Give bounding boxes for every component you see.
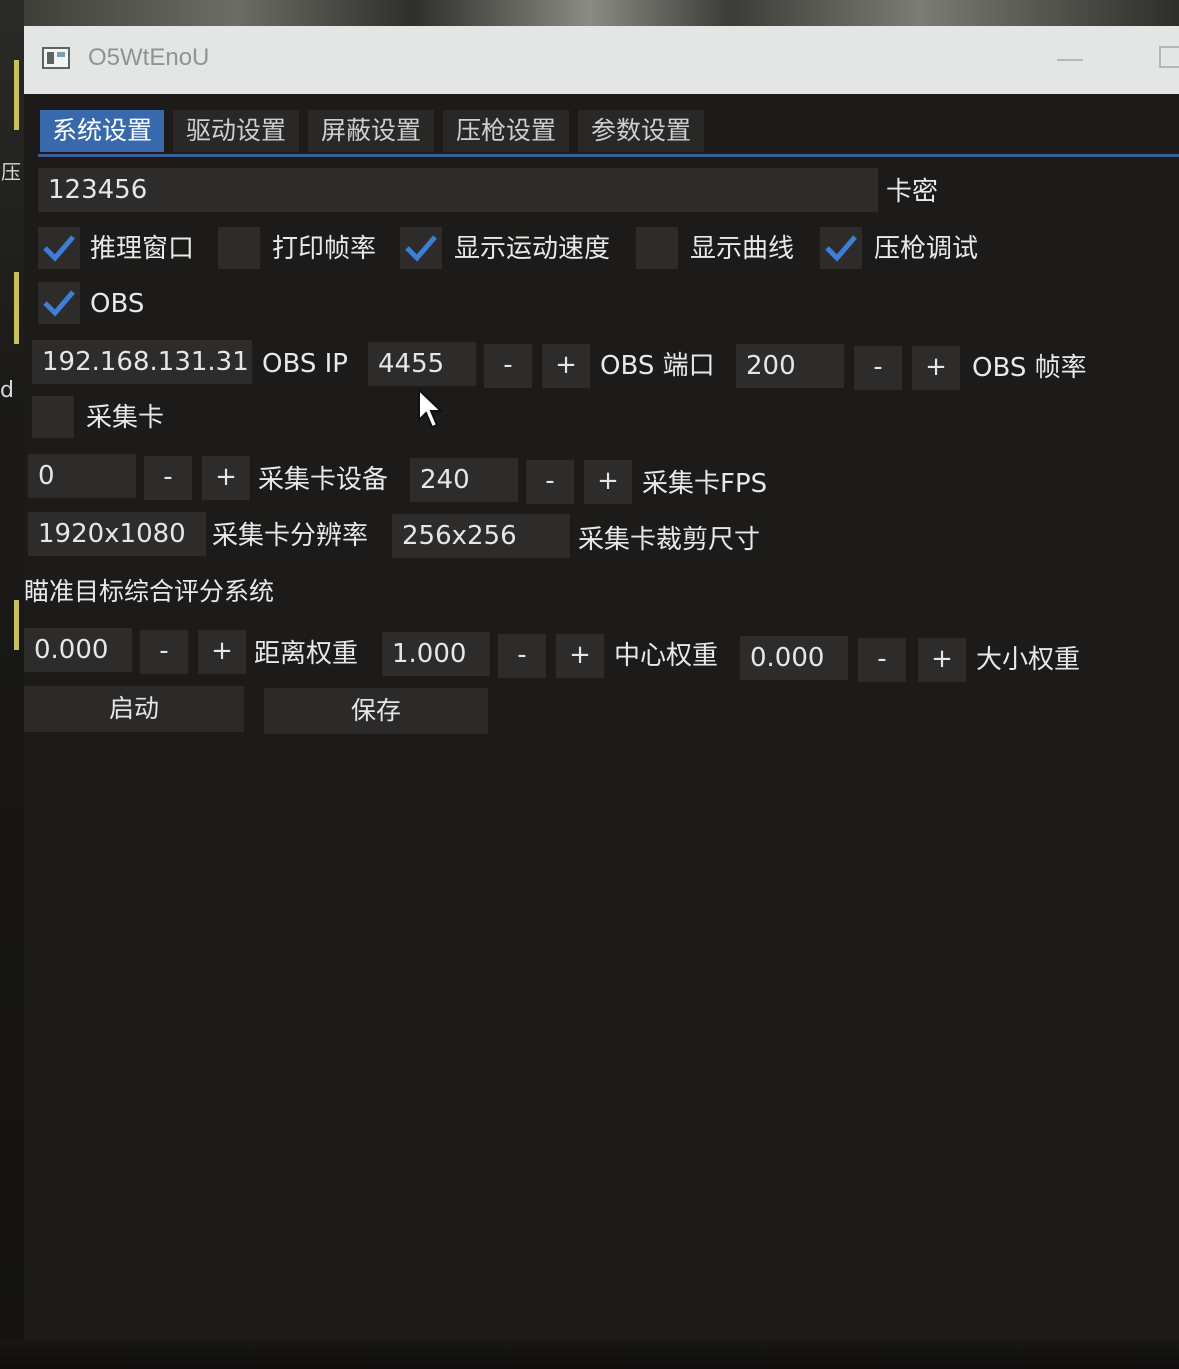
recoil-debug-label: 压枪调试 [874, 234, 979, 264]
capture-card-checkbox[interactable] [32, 396, 74, 438]
print-fps-label: 打印帧率 [272, 234, 377, 264]
show-curve-label: 显示曲线 [690, 234, 795, 264]
desktop-left-letter: d [0, 378, 14, 403]
tab-parameter-settings[interactable]: 参数设置 [578, 110, 704, 152]
obs-port-plus-button[interactable]: + [542, 344, 590, 388]
distance-weight-input[interactable]: 0.000 [24, 628, 132, 672]
window-title: O5WtEnoU [88, 44, 210, 71]
show-curve-checkbox[interactable] [636, 227, 678, 269]
checkmark-icon [405, 235, 437, 262]
checkmark-icon [43, 235, 75, 262]
desktop-background-left [0, 0, 24, 1369]
capture-resolution-input[interactable]: 1920x1080 [28, 512, 206, 556]
recoil-debug-checkbox[interactable] [820, 227, 862, 269]
save-button[interactable]: 保存 [264, 688, 488, 734]
tab-driver-settings[interactable]: 驱动设置 [173, 110, 299, 152]
obs-fps-input[interactable]: 200 [736, 344, 844, 388]
capture-crop-input[interactable]: 256x256 [392, 514, 570, 558]
card-key-label: 卡密 [886, 177, 939, 207]
obs-ip-label: OBS IP [262, 349, 348, 379]
obs-ip-input[interactable]: 192.168.131.31 [32, 340, 252, 384]
print-fps-checkbox[interactable] [218, 227, 260, 269]
desktop-stripe [14, 600, 19, 650]
inference-window-checkbox[interactable] [38, 227, 80, 269]
app-window: O5WtEnoU 系统设置 驱动设置 屏蔽设置 压枪设置 参数设置 123456… [24, 26, 1179, 1340]
start-button[interactable]: 启动 [24, 686, 244, 732]
obs-port-minus-button[interactable]: - [484, 344, 532, 388]
capture-crop-label: 采集卡裁剪尺寸 [578, 525, 761, 555]
show-speed-label: 显示运动速度 [454, 234, 611, 264]
obs-label: OBS [90, 289, 145, 319]
obs-port-label: OBS 端口 [600, 351, 715, 381]
center-weight-minus-button[interactable]: - [498, 634, 546, 678]
show-speed-checkbox[interactable] [400, 227, 442, 269]
desktop-stripe [14, 272, 19, 344]
capture-resolution-label: 采集卡分辨率 [212, 521, 369, 551]
capture-device-label: 采集卡设备 [258, 465, 389, 495]
obs-fps-minus-button[interactable]: - [854, 346, 902, 390]
capture-device-minus-button[interactable]: - [144, 456, 192, 500]
minimize-icon[interactable] [1057, 59, 1083, 61]
obs-checkbox[interactable] [38, 282, 80, 324]
size-weight-input[interactable]: 0.000 [740, 636, 848, 680]
tab-bar: 系统设置 驱动设置 屏蔽设置 压枪设置 参数设置 [38, 110, 1179, 157]
tab-system-settings[interactable]: 系统设置 [40, 110, 164, 152]
capture-device-input[interactable]: 0 [28, 454, 136, 498]
mouse-cursor-icon [418, 388, 444, 429]
desktop-background-bottom [0, 1340, 1179, 1369]
desktop-background-top [0, 0, 1179, 28]
tab-recoil-settings[interactable]: 压枪设置 [443, 110, 569, 152]
center-weight-plus-button[interactable]: + [556, 634, 604, 678]
app-icon [42, 47, 70, 69]
checkmark-icon [43, 290, 75, 317]
center-weight-label: 中心权重 [614, 641, 719, 671]
capture-fps-minus-button[interactable]: - [526, 460, 574, 504]
size-weight-plus-button[interactable]: + [918, 638, 966, 682]
desktop-stripe [14, 60, 19, 130]
size-weight-label: 大小权重 [976, 645, 1081, 675]
capture-fps-label: 采集卡FPS [642, 469, 768, 499]
title-bar[interactable]: O5WtEnoU [24, 26, 1179, 94]
obs-fps-plus-button[interactable]: + [912, 346, 960, 390]
distance-weight-plus-button[interactable]: + [198, 630, 246, 674]
checkmark-icon [825, 235, 857, 262]
obs-port-input[interactable]: 4455 [368, 342, 476, 386]
distance-weight-label: 距离权重 [254, 639, 359, 669]
center-weight-input[interactable]: 1.000 [382, 632, 490, 676]
size-weight-minus-button[interactable]: - [858, 638, 906, 682]
obs-fps-label: OBS 帧率 [972, 353, 1087, 383]
inference-window-label: 推理窗口 [90, 234, 195, 264]
capture-fps-input[interactable]: 240 [410, 458, 518, 502]
capture-device-plus-button[interactable]: + [202, 456, 250, 500]
capture-fps-plus-button[interactable]: + [584, 460, 632, 504]
scoring-section-title: 瞄准目标综合评分系统 [24, 577, 275, 606]
capture-card-label: 采集卡 [86, 403, 165, 433]
maximize-icon[interactable] [1159, 46, 1179, 68]
desktop-left-text: 压 [1, 160, 21, 184]
tab-shield-settings[interactable]: 屏蔽设置 [308, 110, 434, 152]
card-key-input[interactable]: 123456 [38, 168, 878, 212]
distance-weight-minus-button[interactable]: - [140, 630, 188, 674]
